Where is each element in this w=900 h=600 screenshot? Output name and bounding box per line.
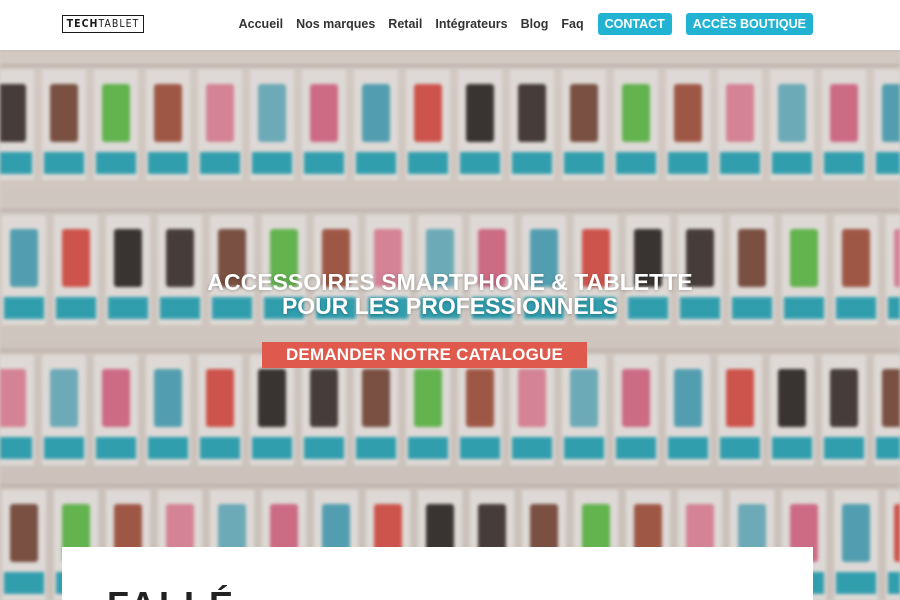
content-panel: FALLÉ bbox=[62, 547, 813, 600]
nav-blog[interactable]: Blog bbox=[521, 17, 549, 31]
hero-title-line-1: ACCESSOIRES SMARTPHONE & TABLETTE bbox=[207, 269, 693, 295]
nav-accueil[interactable]: Accueil bbox=[239, 17, 283, 31]
hero-title: ACCESSOIRES SMARTPHONE & TABLETTE POUR L… bbox=[0, 270, 900, 318]
techtablet-logo[interactable]: TECH TABLET bbox=[62, 15, 144, 33]
nav-integrateurs[interactable]: Intégrateurs bbox=[435, 17, 507, 31]
logo-text-light: TABLET bbox=[98, 18, 140, 30]
site-header: TECH TABLET Accueil Nos marques Retail In… bbox=[0, 0, 900, 50]
nav-nos-marques[interactable]: Nos marques bbox=[296, 17, 375, 31]
contact-button[interactable]: CONTACT bbox=[597, 13, 672, 35]
hero-section: ACCESSOIRES SMARTPHONE & TABLETTE POUR L… bbox=[0, 50, 900, 600]
main-nav: Accueil Nos marques Retail Intégrateurs … bbox=[239, 13, 813, 35]
request-catalog-button[interactable]: DEMANDER NOTRE CATALOGUE bbox=[262, 342, 587, 368]
hero-title-line-2: POUR LES PROFESSIONNELS bbox=[281, 293, 619, 319]
hero-overlay bbox=[0, 50, 900, 600]
nav-retail[interactable]: Retail bbox=[388, 17, 422, 31]
nav-faq[interactable]: Faq bbox=[561, 17, 583, 31]
section-heading: FALLÉ bbox=[107, 587, 236, 600]
logo-text-bold: TECH bbox=[66, 18, 99, 30]
shop-access-button[interactable]: ACCÈS BOUTIQUE bbox=[685, 13, 813, 35]
